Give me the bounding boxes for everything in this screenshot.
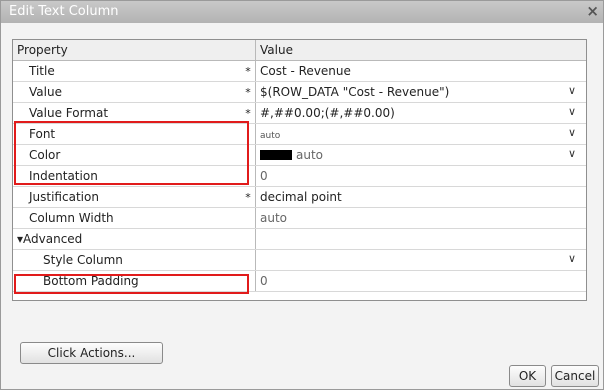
row-value-format[interactable]: Value Format * #,##0.00;(#,##0.00) ∨ [13,102,586,124]
row-title[interactable]: Title * Cost - Revenue [13,60,586,82]
property-grid: Property Value Title * Cost - Revenue Va… [12,39,587,301]
font-value: auto [260,131,281,141]
table-header-row: Property Value [13,40,586,61]
property-label: Font [13,123,241,145]
edit-text-column-dialog: Edit Text Column × Property Value Title … [0,0,604,390]
property-label: Column Width [13,207,241,229]
bottom-padding-value[interactable]: 0 [255,270,586,292]
title-value[interactable]: Cost - Revenue [255,60,586,82]
chevron-down-icon[interactable]: ∨ [568,252,576,265]
value-text: $(ROW_DATA "Cost - Revenue") [260,85,450,99]
property-label: Style Column [13,249,241,271]
property-table: Property Value Title * Cost - Revenue Va… [13,40,586,292]
row-justification[interactable]: Justification * decimal point [13,186,586,208]
chevron-down-icon[interactable]: ∨ [568,147,576,160]
indentation-value[interactable]: 0 [255,165,586,187]
property-label: Justification [13,186,241,208]
chevron-down-icon[interactable]: ∨ [568,105,576,118]
row-indentation[interactable]: Indentation 0 [13,165,586,187]
ok-button[interactable]: OK [509,365,546,387]
required-marker: * [241,81,256,103]
style-column-select[interactable]: ∨ [255,249,586,271]
close-icon[interactable]: × [586,2,599,20]
property-label: Indentation [13,165,241,187]
required-marker: * [241,60,256,82]
property-label: Value Format [13,102,241,124]
column-width-value[interactable]: auto [255,207,586,229]
value-format-field[interactable]: #,##0.00;(#,##0.00) ∨ [255,102,586,124]
advanced-toggle[interactable]: ▾Advanced [13,228,241,250]
required-marker: * [241,102,256,124]
justification-value[interactable]: decimal point [255,186,586,208]
required-marker: * [241,186,256,208]
property-label: Value [13,81,241,103]
cancel-button[interactable]: Cancel [551,365,599,387]
color-select[interactable]: auto ∨ [255,144,586,166]
row-bottom-padding[interactable]: Bottom Padding 0 [13,270,586,292]
row-color[interactable]: Color auto ∨ [13,144,586,166]
row-column-width[interactable]: Column Width auto [13,207,586,229]
row-value[interactable]: Value * $(ROW_DATA "Cost - Revenue") ∨ [13,81,586,103]
click-actions-button[interactable]: Click Actions... [20,342,163,364]
color-value: auto [296,148,324,162]
row-advanced[interactable]: ▾Advanced [13,228,586,250]
property-label: Bottom Padding [13,270,241,292]
value-format-text: #,##0.00;(#,##0.00) [260,106,395,120]
color-swatch [260,150,292,160]
row-font[interactable]: Font auto ∨ [13,123,586,145]
dialog-title: Edit Text Column [9,4,119,19]
value-field[interactable]: $(ROW_DATA "Cost - Revenue") ∨ [255,81,586,103]
property-column-header: Property [13,40,241,61]
value-column-header: Value [255,40,586,61]
property-label: Title [13,60,241,82]
title-bar[interactable]: Edit Text Column × [1,1,603,23]
property-label: Color [13,144,241,166]
row-style-column[interactable]: Style Column ∨ [13,249,586,271]
chevron-down-icon[interactable]: ∨ [568,84,576,97]
font-select[interactable]: auto ∨ [255,123,586,145]
chevron-down-icon[interactable]: ∨ [568,126,576,139]
